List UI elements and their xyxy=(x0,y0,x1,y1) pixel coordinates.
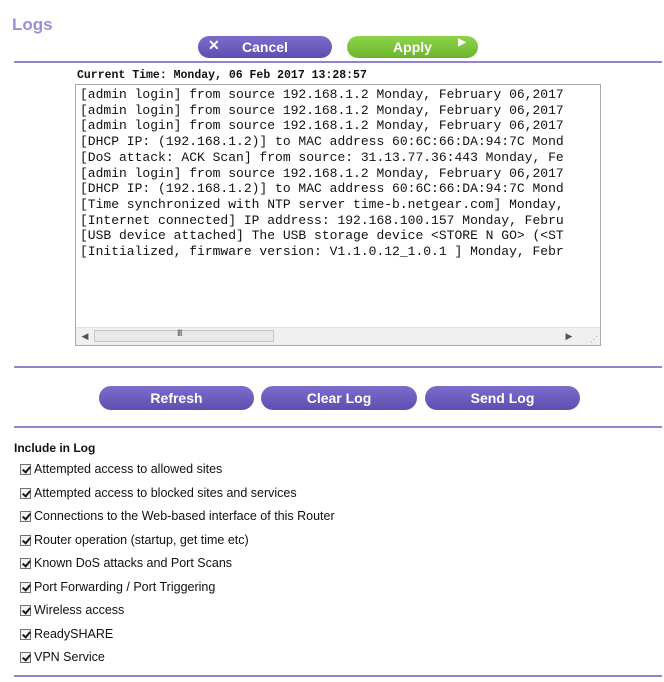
checkbox-checked[interactable] xyxy=(20,487,31,499)
option-label: ReadySHARE xyxy=(34,627,114,641)
divider-lower xyxy=(14,426,662,428)
checkbox-checked[interactable] xyxy=(20,510,31,522)
logs-page: Logs ✕ Cancel Apply ▶ Current Time: Mond… xyxy=(0,0,664,682)
checkbox-checked[interactable] xyxy=(20,604,31,616)
log-lines: [admin login] from source 192.168.1.2 Mo… xyxy=(80,87,598,260)
log-line: [admin login] from source 192.168.1.2 Mo… xyxy=(80,165,564,181)
send-log-button-label: Send Log xyxy=(470,390,535,406)
option-vpn[interactable]: VPN Service xyxy=(20,649,105,665)
option-label: Attempted access to blocked sites and se… xyxy=(34,486,297,500)
option-label: Port Forwarding / Port Triggering xyxy=(34,580,216,594)
apply-button-label: Apply xyxy=(393,39,432,55)
send-log-button[interactable]: Send Log xyxy=(425,386,580,410)
clear-log-button[interactable]: Clear Log xyxy=(261,386,417,410)
log-line: [Initialized, firmware version: V1.1.0.1… xyxy=(80,244,564,260)
horizontal-scrollbar[interactable]: ◀ III ▶ ⋰ xyxy=(76,327,600,345)
checkbox-checked[interactable] xyxy=(20,557,31,569)
divider-middle xyxy=(14,366,662,368)
include-in-log-heading: Include in Log xyxy=(14,441,96,455)
option-readyshare[interactable]: ReadySHARE xyxy=(20,626,113,642)
log-line: [admin login] from source 192.168.1.2 Mo… xyxy=(80,87,564,102)
checkbox-checked[interactable] xyxy=(20,463,31,475)
log-line: [DHCP IP: (192.168.1.2)] to MAC address … xyxy=(80,181,564,197)
option-allowed-sites[interactable]: Attempted access to allowed sites xyxy=(20,461,222,477)
option-label: Connections to the Web-based interface o… xyxy=(34,509,335,523)
option-label: Known DoS attacks and Port Scans xyxy=(34,556,233,570)
log-line: [admin login] from source 192.168.1.2 Mo… xyxy=(80,118,564,134)
option-port-forwarding[interactable]: Port Forwarding / Port Triggering xyxy=(20,579,215,595)
refresh-button-label: Refresh xyxy=(150,390,203,406)
refresh-button[interactable]: Refresh xyxy=(99,386,254,410)
cancel-button-label: Cancel xyxy=(242,39,288,55)
arrow-right-icon: ▶ xyxy=(458,37,466,48)
option-label: Router operation (startup, get time etc) xyxy=(34,533,249,547)
checkbox-checked[interactable] xyxy=(20,581,31,593)
checkbox-checked[interactable] xyxy=(20,534,31,546)
top-strip xyxy=(0,0,664,12)
resize-grip-icon[interactable]: ⋰ xyxy=(590,335,598,344)
checkbox-checked[interactable] xyxy=(20,628,31,640)
divider-top xyxy=(14,61,662,63)
scroll-grip: III xyxy=(177,328,182,338)
page-title: Logs xyxy=(12,15,53,34)
current-time: Current Time: Monday, 06 Feb 2017 13:28:… xyxy=(77,69,367,82)
checkbox-checked[interactable] xyxy=(20,651,31,663)
option-blocked-sites[interactable]: Attempted access to blocked sites and se… xyxy=(20,485,297,501)
option-label: VPN Service xyxy=(34,650,105,664)
scroll-left-icon[interactable]: ◀ xyxy=(78,329,92,344)
divider-bottom xyxy=(14,675,662,677)
clear-log-button-label: Clear Log xyxy=(306,390,372,406)
log-line: [DHCP IP: (192.168.1.2)] to MAC address … xyxy=(80,134,564,150)
scroll-thumb[interactable]: III xyxy=(94,328,274,342)
close-icon: ✕ xyxy=(208,37,220,53)
log-line: [USB device attached] The USB storage de… xyxy=(80,228,564,244)
option-dos-attacks[interactable]: Known DoS attacks and Port Scans xyxy=(20,555,232,571)
log-line: [Internet connected] IP address: 192.168… xyxy=(80,212,564,228)
cancel-button[interactable]: ✕ Cancel xyxy=(198,36,332,58)
apply-button[interactable]: Apply ▶ xyxy=(347,36,478,58)
option-web-interface[interactable]: Connections to the Web-based interface o… xyxy=(20,508,335,524)
log-line: [Time synchronized with NTP server time-… xyxy=(80,196,564,212)
option-label: Attempted access to allowed sites xyxy=(34,462,223,476)
option-router-operation[interactable]: Router operation (startup, get time etc) xyxy=(20,532,249,548)
option-label: Wireless access xyxy=(34,603,125,617)
scroll-right-icon[interactable]: ▶ xyxy=(562,329,576,344)
option-wireless[interactable]: Wireless access xyxy=(20,602,124,618)
log-line: [DoS attack: ACK Scan] from source: 31.1… xyxy=(80,149,564,165)
log-line: [admin login] from source 192.168.1.2 Mo… xyxy=(80,102,564,118)
log-textarea[interactable]: [admin login] from source 192.168.1.2 Mo… xyxy=(75,84,601,346)
